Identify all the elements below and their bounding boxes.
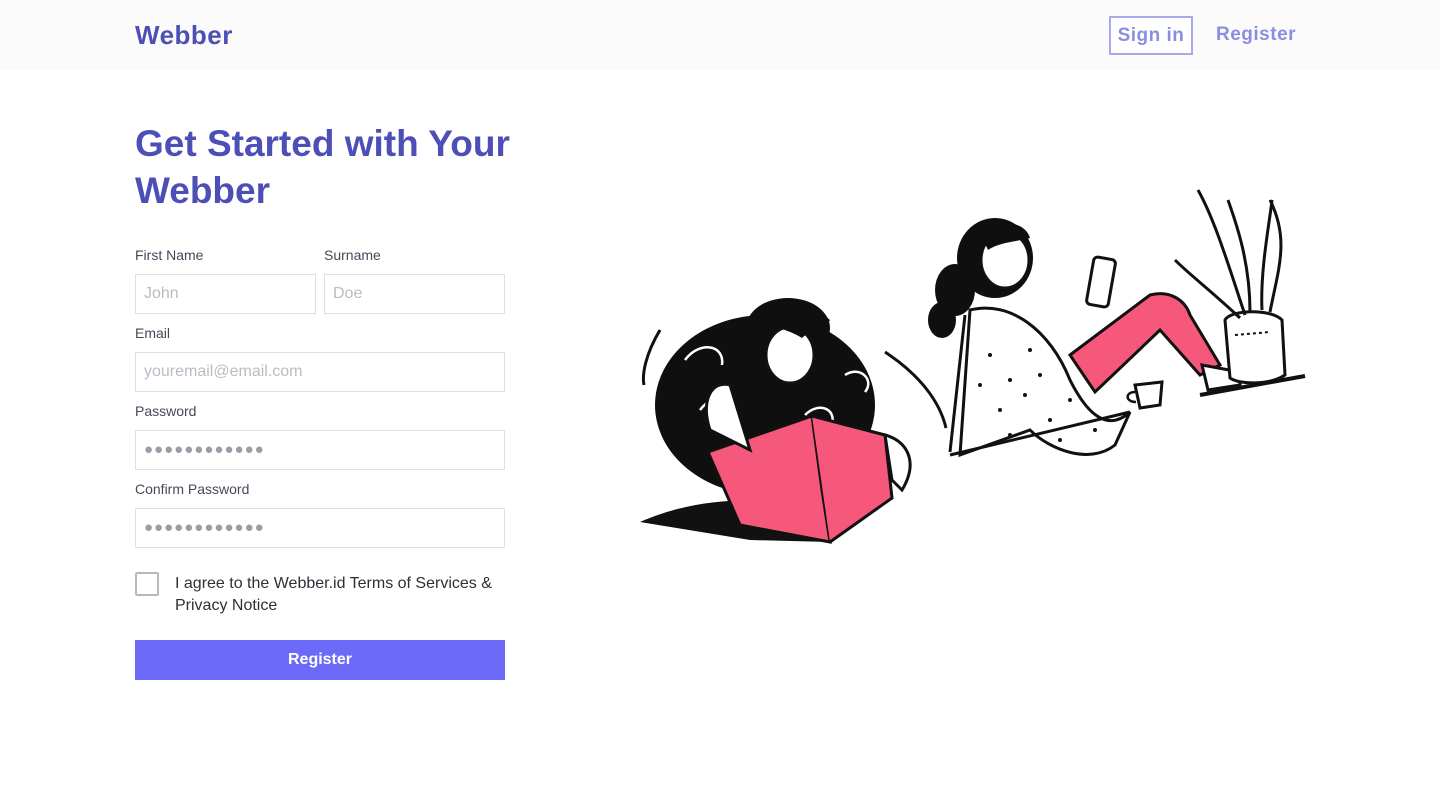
- register-nav-link[interactable]: Register: [1216, 24, 1296, 46]
- signin-button[interactable]: Sign in: [1109, 16, 1193, 55]
- first-name-input[interactable]: [135, 274, 316, 314]
- brand-logo[interactable]: Webber: [135, 20, 233, 51]
- confirm-password-label: Confirm Password: [135, 481, 250, 497]
- password-input[interactable]: [135, 430, 505, 470]
- terms-agreement-text: I agree to the Webber.id Terms of Servic…: [175, 575, 492, 614]
- register-submit-button[interactable]: Register: [135, 640, 505, 680]
- terms-checkbox[interactable]: [135, 572, 159, 596]
- confirm-password-input[interactable]: [135, 508, 505, 548]
- surname-input[interactable]: [324, 274, 505, 314]
- surname-label: Surname: [324, 247, 381, 263]
- email-input[interactable]: [135, 352, 505, 392]
- people-reading-illustration-icon: [640, 189, 1306, 544]
- email-label: Email: [135, 325, 171, 341]
- top-navbar: Webber Sign in Register: [0, 0, 1440, 70]
- page-title: Get Started with Your Webber: [135, 123, 510, 211]
- password-label: Password: [135, 403, 197, 419]
- first-name-label: First Name: [135, 247, 204, 263]
